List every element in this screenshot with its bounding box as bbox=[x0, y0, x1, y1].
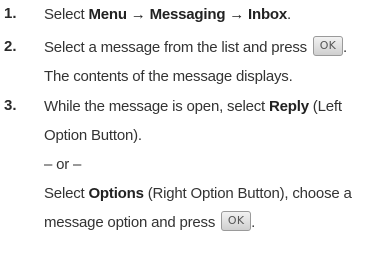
ok-key-icon: OK bbox=[221, 211, 252, 231]
ok-key-icon: OK bbox=[312, 36, 343, 56]
step-number: 1. bbox=[4, 5, 17, 22]
ok-key-label: OK bbox=[227, 214, 245, 227]
step-text-part: While the message is open, select bbox=[44, 98, 269, 115]
step-number: 3. bbox=[4, 97, 17, 114]
step-text-part: message option and press bbox=[44, 214, 220, 231]
step-text-part: The contents of the message displays. bbox=[44, 68, 293, 85]
reply-option: Reply bbox=[268, 98, 309, 115]
menu-path: Menu → Messaging → Inbox bbox=[88, 6, 288, 23]
step-text-part: Select bbox=[44, 6, 89, 23]
step-text-part: Select bbox=[44, 185, 89, 202]
step-number: 2. bbox=[4, 38, 17, 55]
step-text-part: (Left bbox=[308, 98, 342, 115]
punctuation: . bbox=[342, 39, 347, 56]
step-text: While the message is open, select Reply … bbox=[44, 92, 384, 237]
step-text-part: (Right Option Button), choose a bbox=[143, 185, 352, 202]
options-option: Options bbox=[88, 185, 144, 202]
punctuation: . bbox=[251, 214, 256, 231]
step-text: Select Menu → Messaging → Inbox. bbox=[44, 0, 384, 29]
step-text-part: Option Button). bbox=[44, 127, 142, 144]
step-text: Select a message from the list and press… bbox=[44, 33, 384, 91]
punctuation: . bbox=[287, 6, 291, 23]
ok-key-label: OK bbox=[319, 39, 337, 52]
instruction-list: 1. Select Menu → Messaging → Inbox. 2. S… bbox=[0, 0, 386, 254]
step-text-part: Select a message from the list and press bbox=[44, 39, 311, 56]
or-separator: – or – bbox=[44, 156, 82, 173]
